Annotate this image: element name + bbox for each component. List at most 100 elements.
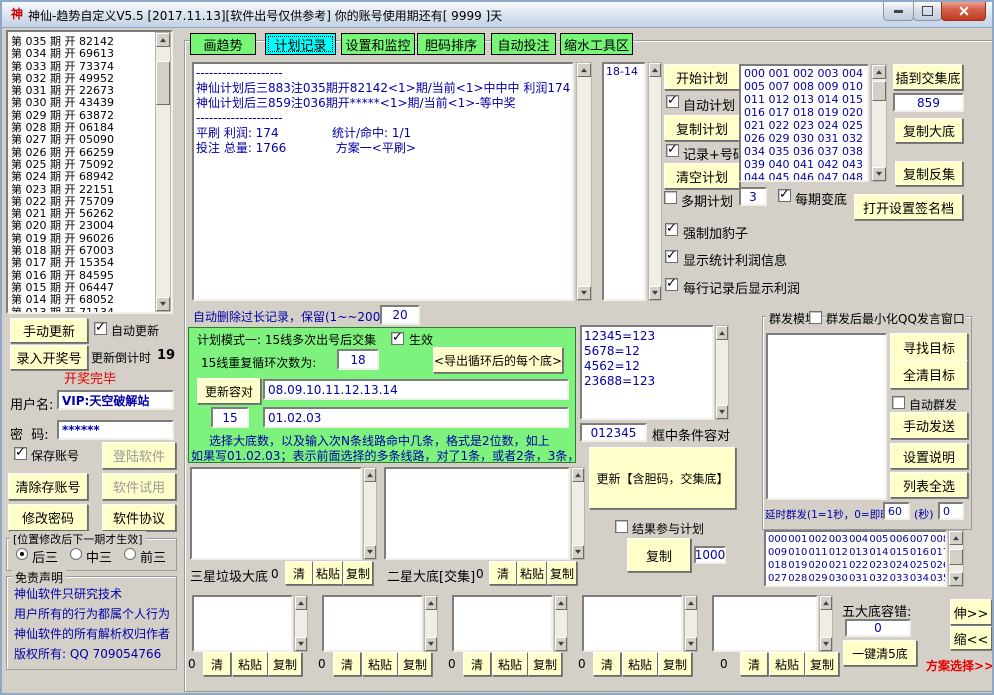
three-star-copy-button[interactable]: 复制 xyxy=(343,561,373,585)
copy-inverse-button[interactable]: 复制反集 xyxy=(895,161,963,186)
settings-help-button[interactable]: 设置说明 xyxy=(890,443,968,469)
save-account-checkbox[interactable] xyxy=(14,447,27,460)
three-star-clear-button[interactable]: 清 xyxy=(285,561,313,585)
auto-plan-checkbox[interactable] xyxy=(666,95,679,108)
base-box-5-copy-button[interactable]: 复制 xyxy=(805,652,839,676)
tab-settings-monitor[interactable]: 设置和监控 xyxy=(341,33,415,55)
number-pool-row[interactable]: 000 001 002 003 004 xyxy=(741,67,867,80)
draw-history-row[interactable]: 第 016 期 开 84595 xyxy=(8,267,155,279)
base-box-3-copy-button[interactable]: 复制 xyxy=(528,652,562,676)
trial-button[interactable]: 软件试用 xyxy=(102,473,176,500)
base-box-4-copy-button[interactable]: 复制 xyxy=(658,652,692,676)
condition-box-field[interactable]: 012345 xyxy=(580,423,647,442)
draw-history-row[interactable]: 第 027 期 开 05090 xyxy=(8,131,155,143)
base-box-5[interactable] xyxy=(712,595,818,652)
minimize-qq-checkbox[interactable] xyxy=(809,311,822,324)
result-pool-scrollbar[interactable] xyxy=(948,530,964,587)
scroll-up-icon[interactable] xyxy=(156,33,170,47)
scroll-up-icon[interactable] xyxy=(577,63,591,77)
line-n-field[interactable]: 15 xyxy=(211,407,249,428)
result-pool-listbox[interactable]: 000 001 002 003 004 005 006 007 008009 0… xyxy=(764,530,947,587)
login-button[interactable]: 登陆软件 xyxy=(102,442,176,469)
base-box-2-paste-button[interactable]: 粘贴 xyxy=(362,652,398,676)
insert-to-intersection-button[interactable]: 插到交集底 xyxy=(893,64,963,90)
two-star-clear-button[interactable]: 清 xyxy=(489,561,517,585)
manual-send-button[interactable]: 手动发送 xyxy=(890,412,968,439)
expand-button[interactable]: 伸>> xyxy=(950,599,992,625)
base-box-4-scrollbar[interactable] xyxy=(684,595,698,652)
draw-history-row[interactable]: 第 018 期 开 67003 xyxy=(8,242,155,254)
export-cycle-button[interactable]: <导出循环后的每个底> xyxy=(433,347,563,373)
scroll-up-icon[interactable] xyxy=(716,326,728,340)
draw-history-row[interactable]: 第 031 期 开 22673 xyxy=(8,82,155,94)
update-with-digits-button[interactable]: 更新【含胆码，交集底】 xyxy=(589,447,736,509)
two-star-scrollbar[interactable] xyxy=(571,467,585,560)
period-scrollbar[interactable] xyxy=(648,62,662,301)
username-field[interactable]: VIP:天空破解站 xyxy=(57,390,174,410)
update-tolerance-button[interactable]: 更新容对 xyxy=(197,378,261,404)
number-pool-row[interactable]: 026 029 030 031 032 xyxy=(741,132,867,145)
scroll-down-icon[interactable] xyxy=(872,167,886,181)
draw-history-row[interactable]: 第 019 期 开 96026 xyxy=(8,230,155,242)
period-item[interactable]: 18-14 xyxy=(604,64,644,79)
close-button[interactable] xyxy=(941,2,986,21)
agreement-button[interactable]: 软件协议 xyxy=(102,504,176,531)
scroll-thumb[interactable] xyxy=(949,549,963,565)
base-box-5-scrollbar[interactable] xyxy=(819,595,833,652)
three-star-paste-button[interactable]: 粘贴 xyxy=(313,561,343,585)
base-box-4[interactable] xyxy=(582,595,683,652)
scroll-up-icon[interactable] xyxy=(295,596,307,610)
radio-front3[interactable] xyxy=(124,548,136,560)
result-pool-row[interactable]: 009 010 011 012 013 014 015 016 017 xyxy=(766,546,945,559)
draw-history-row[interactable]: 第 035 期 开 82142 xyxy=(8,33,155,45)
draw-history-row[interactable]: 第 024 期 开 68942 xyxy=(8,168,155,180)
radio-back3[interactable] xyxy=(16,548,28,560)
result-pool-row[interactable]: 000 001 002 003 004 005 006 007 008 xyxy=(766,533,945,546)
scroll-down-icon[interactable] xyxy=(364,545,376,559)
tab-digit-sort[interactable]: 胆码排序 xyxy=(417,33,485,55)
broadcast-target-listbox[interactable] xyxy=(766,333,887,500)
scroll-up-icon[interactable] xyxy=(649,63,661,77)
scroll-thumb[interactable] xyxy=(156,61,170,105)
keep-records-field[interactable]: 20 xyxy=(380,305,420,325)
multi-period-count-field[interactable]: 3 xyxy=(739,187,767,206)
show-profit-info-checkbox[interactable] xyxy=(665,250,678,263)
auto-send-checkbox[interactable] xyxy=(892,396,905,409)
radio-mid3[interactable] xyxy=(70,548,82,560)
base-box-1-scrollbar[interactable] xyxy=(294,595,308,652)
draw-history-row[interactable]: 第 028 期 开 06184 xyxy=(8,119,155,131)
five-base-tolerance-field[interactable]: 0 xyxy=(845,619,911,637)
draw-history-list[interactable]: 第 035 期 开 82142第 034 期 开 69613第 033 期 开 … xyxy=(8,33,155,312)
multi-period-checkbox[interactable] xyxy=(664,191,677,204)
draw-history-row[interactable]: 第 021 期 开 56262 xyxy=(8,205,155,217)
scroll-up-icon[interactable] xyxy=(820,596,832,610)
draw-history-listbox[interactable]: 第 035 期 开 82142第 034 期 开 69613第 033 期 开 … xyxy=(6,30,173,314)
base-box-2-scrollbar[interactable] xyxy=(424,595,438,652)
plan-select-link[interactable]: 方案选择>> xyxy=(926,657,994,674)
draw-history-row[interactable]: 第 030 期 开 43439 xyxy=(8,94,155,106)
draw-history-row[interactable]: 第 013 期 开 71134 xyxy=(8,304,155,314)
number-pool-row[interactable]: 016 017 018 019 020 xyxy=(741,106,867,119)
scroll-down-icon[interactable] xyxy=(949,572,963,586)
scroll-thumb[interactable] xyxy=(872,81,886,101)
number-pool-row[interactable]: 005 007 008 009 010 xyxy=(741,80,867,93)
draw-history-row[interactable]: 第 034 期 开 69613 xyxy=(8,45,155,57)
three-star-scrollbar[interactable] xyxy=(363,467,377,560)
draw-history-row[interactable]: 第 033 期 开 73374 xyxy=(8,58,155,70)
result-pool-row[interactable]: 018 019 020 021 022 023 024 025 026 xyxy=(766,559,945,572)
maximize-button[interactable] xyxy=(913,2,942,21)
record-scrollbar[interactable] xyxy=(576,62,592,301)
number-pool-row[interactable]: 011 012 013 014 015 xyxy=(741,93,867,106)
tab-auto-bet[interactable]: 自动投注 xyxy=(491,33,556,55)
force-triple-checkbox[interactable] xyxy=(665,223,678,236)
conditions-scrollbar[interactable] xyxy=(715,325,729,420)
minimize-button[interactable] xyxy=(883,2,914,21)
draw-history-row[interactable]: 第 022 期 开 75709 xyxy=(8,193,155,205)
base-box-3-paste-button[interactable]: 粘贴 xyxy=(492,652,528,676)
draw-history-row[interactable]: 第 029 期 开 63872 xyxy=(8,107,155,119)
mode1-enable-checkbox[interactable] xyxy=(391,332,404,345)
result-join-checkbox[interactable] xyxy=(615,520,628,533)
scroll-up-icon[interactable] xyxy=(364,468,376,482)
scroll-down-icon[interactable] xyxy=(425,637,437,651)
scroll-up-icon[interactable] xyxy=(949,531,963,545)
